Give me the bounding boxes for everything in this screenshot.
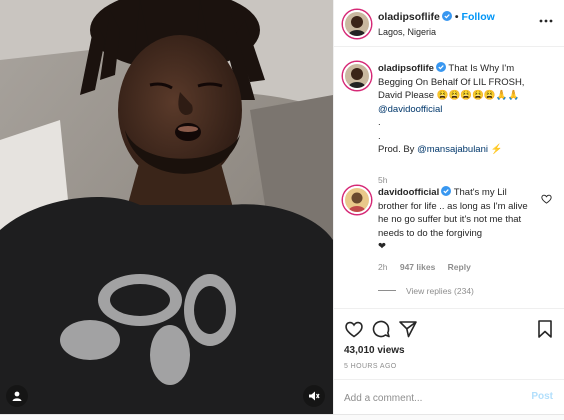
view-replies-link[interactable]: View replies (234) (378, 286, 474, 296)
tagged-users-button[interactable] (6, 385, 28, 407)
author-username[interactable]: oladipsoflife (378, 11, 440, 23)
user-tag-icon (12, 391, 22, 401)
verified-badge-icon (435, 62, 446, 72)
caption-prod-suffix: ⚡ (490, 144, 503, 155)
caption-username[interactable]: oladipsoflife (378, 63, 434, 74)
caption-meta: 5h (378, 175, 397, 185)
comment-time[interactable]: 2h (378, 262, 387, 272)
author-line: oladipsoflife • Follow (378, 11, 495, 23)
mute-toggle-button[interactable] (303, 385, 325, 407)
caption-mention[interactable]: @davidoofficial (378, 104, 442, 115)
caption-dot-1: . (378, 117, 381, 128)
commenter-username[interactable]: davidoofficial (378, 187, 439, 198)
caption-avatar[interactable] (343, 62, 371, 90)
post-location[interactable]: Lagos, Nigeria (378, 27, 436, 37)
caption-line-3: David Please 😩😩😩😩😩🙏🙏 (378, 90, 520, 101)
caption-line-2: Begging On Behalf Of LIL FROSH, (378, 76, 525, 88)
author-avatar[interactable] (343, 10, 371, 38)
more-options-icon[interactable] (539, 15, 553, 27)
comment-text: davidoofficial That's my Lil brother for… (378, 186, 538, 254)
caption-prod-prefix: Prod. By (378, 144, 415, 155)
add-comment-bar: Post (334, 379, 564, 415)
view-count[interactable]: 43,010 views (344, 345, 405, 356)
header-dot-separator: • (454, 11, 459, 23)
post-timestamp[interactable]: 5 HOURS AGO (344, 363, 397, 370)
commenter-avatar-image (345, 188, 369, 212)
follow-button[interactable]: Follow (462, 11, 495, 23)
comments-list[interactable]: oladipsoflife That Is Why I'm Begging On… (334, 48, 564, 307)
share-icon[interactable] (398, 319, 418, 339)
comment-input[interactable] (344, 390, 514, 406)
page-bottom-edge (0, 414, 564, 420)
comment-icon[interactable] (371, 319, 391, 339)
bookmark-icon[interactable] (535, 319, 555, 339)
caption-text: oladipsoflife That Is Why I'm Begging On… (378, 62, 538, 157)
view-replies-label: View replies (234) (406, 286, 474, 296)
post-actions: 43,010 views 5 HOURS AGO Post (334, 308, 564, 414)
caption-avatar-image (345, 64, 369, 88)
instagram-post-window: oladipsoflife • Follow Lagos, Nigeria olad (0, 0, 564, 420)
video-frame-image (0, 0, 333, 414)
replies-divider-line (378, 290, 396, 291)
caption-dot-2: . (378, 130, 381, 142)
author-avatar-image (345, 12, 369, 36)
comment-reply-button[interactable]: Reply (448, 262, 471, 272)
comment-like-heart-icon[interactable] (541, 194, 552, 204)
caption-time[interactable]: 5h (378, 175, 387, 185)
comment-meta: 2h 947 likes Reply (378, 262, 481, 272)
post-comment-button[interactable]: Post (531, 391, 553, 402)
post-video[interactable] (0, 0, 333, 414)
verified-badge-icon (441, 186, 452, 196)
muted-speaker-icon (309, 391, 320, 401)
caption-prod-mention[interactable]: @mansajabulani (417, 144, 488, 155)
heart-icon[interactable] (344, 319, 364, 339)
verified-badge-icon (441, 11, 452, 21)
commenter-avatar[interactable] (343, 186, 371, 214)
post-header: oladipsoflife • Follow Lagos, Nigeria (334, 0, 564, 47)
caption-line-1: That Is Why I'm (448, 63, 515, 74)
post-side-panel: oladipsoflife • Follow Lagos, Nigeria olad (333, 0, 564, 414)
comment-emoji: ❤ (378, 241, 386, 252)
comment-likes[interactable]: 947 likes (400, 262, 435, 272)
